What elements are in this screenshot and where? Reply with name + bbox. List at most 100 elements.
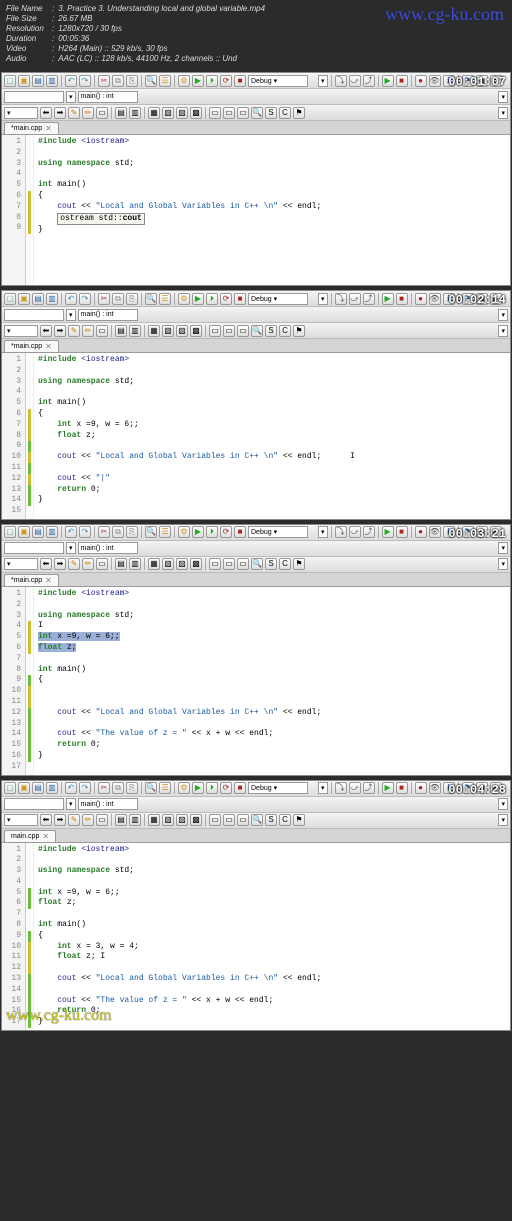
function-combo[interactable]: main() : int [78, 542, 138, 554]
debug-continue-icon[interactable]: ▶ [382, 782, 394, 794]
box2-icon[interactable]: ▭ [223, 814, 235, 826]
step-into-icon[interactable]: ⤵ [335, 75, 347, 87]
box1-icon[interactable]: ▭ [209, 558, 221, 570]
undo-icon[interactable]: ↶ [65, 526, 77, 538]
grid1-icon[interactable]: ▦ [148, 814, 160, 826]
editor-tab[interactable]: main.cpp ✕ [4, 830, 56, 842]
rebuild-icon[interactable]: ⟳ [220, 526, 232, 538]
watch-icon[interactable]: 👁 [429, 75, 441, 87]
scope-combo[interactable] [4, 542, 64, 554]
highlight-icon[interactable]: ✏ [82, 325, 94, 337]
debug-continue-icon[interactable]: ▶ [382, 75, 394, 87]
scope-drop-icon[interactable]: ▾ [66, 91, 76, 103]
editor-tab[interactable]: *main.cpp ✕ [4, 122, 59, 134]
breakpoint-icon[interactable]: ● [415, 293, 427, 305]
box2-icon[interactable]: ▭ [223, 558, 235, 570]
find-icon[interactable]: 🔍 [145, 782, 157, 794]
replace-icon[interactable]: ☰ [159, 293, 171, 305]
save-icon[interactable]: ▤ [32, 782, 44, 794]
save-icon[interactable]: ▤ [32, 293, 44, 305]
back-icon[interactable]: ⬅ [40, 814, 52, 826]
step-out-icon[interactable]: ⤴ [363, 75, 375, 87]
redo-icon[interactable]: ↷ [79, 526, 91, 538]
step-over-icon[interactable]: ⤻ [349, 293, 361, 305]
back-icon[interactable]: ⬅ [40, 325, 52, 337]
c-label[interactable]: C [279, 107, 291, 119]
step-over-icon[interactable]: ⤻ [349, 782, 361, 794]
undo-icon[interactable]: ↶ [65, 75, 77, 87]
right-combo[interactable]: ▾ [498, 558, 508, 570]
perspective-combo[interactable]: ▾ [4, 325, 38, 337]
build-config-combo[interactable]: Debug ▾ [248, 782, 308, 794]
code-content[interactable]: #include <iostream> using namespace std;… [34, 135, 510, 285]
function-combo[interactable]: main() : int [78, 91, 138, 103]
search-icon[interactable]: 🔍 [251, 558, 263, 570]
grid4-icon[interactable]: ▩ [190, 814, 202, 826]
search-icon[interactable]: 🔍 [251, 107, 263, 119]
editor-tab[interactable]: *main.cpp ✕ [4, 574, 59, 586]
run-icon[interactable]: ▶ [192, 526, 204, 538]
search-icon[interactable]: 🔍 [251, 814, 263, 826]
layout1-icon[interactable]: ▤ [115, 325, 127, 337]
cut-icon[interactable]: ✂ [98, 293, 110, 305]
build-config-combo[interactable]: Debug ▾ [248, 293, 308, 305]
forward-icon[interactable]: ➡ [54, 814, 66, 826]
stop-icon[interactable]: ■ [234, 782, 246, 794]
layout2-icon[interactable]: ▥ [129, 107, 141, 119]
grid4-icon[interactable]: ▩ [190, 107, 202, 119]
stop-icon[interactable]: ■ [234, 293, 246, 305]
back-icon[interactable]: ⬅ [40, 558, 52, 570]
code-editor[interactable]: 123456789101112131415 #include <iostream… [2, 353, 510, 519]
build-icon[interactable]: ⚙ [178, 526, 190, 538]
rebuild-icon[interactable]: ⟳ [220, 75, 232, 87]
build-run-icon[interactable]: ⏵ [206, 75, 218, 87]
s-label[interactable]: S [265, 325, 277, 337]
grid3-icon[interactable]: ▨ [176, 558, 188, 570]
brush-icon[interactable]: ✎ [68, 325, 80, 337]
right-combo[interactable]: ▾ [498, 814, 508, 826]
redo-icon[interactable]: ↷ [79, 782, 91, 794]
nav-combo[interactable]: ▾ [498, 542, 508, 554]
grid2-icon[interactable]: ▧ [162, 107, 174, 119]
rebuild-icon[interactable]: ⟳ [220, 293, 232, 305]
mark-icon[interactable]: ⚑ [293, 107, 305, 119]
s-label[interactable]: S [265, 814, 277, 826]
copy-icon[interactable]: ⧉ [112, 75, 124, 87]
grid4-icon[interactable]: ▩ [190, 325, 202, 337]
layout2-icon[interactable]: ▥ [129, 558, 141, 570]
find-icon[interactable]: 🔍 [145, 75, 157, 87]
target-combo[interactable]: ▾ [318, 75, 328, 87]
box2-icon[interactable]: ▭ [223, 325, 235, 337]
watch-icon[interactable]: 👁 [429, 526, 441, 538]
undo-icon[interactable]: ↶ [65, 293, 77, 305]
scope-drop-icon[interactable]: ▾ [66, 542, 76, 554]
open-icon[interactable]: ▣ [18, 526, 30, 538]
redo-icon[interactable]: ↷ [79, 293, 91, 305]
layout1-icon[interactable]: ▤ [115, 558, 127, 570]
grid1-icon[interactable]: ▦ [148, 107, 160, 119]
debug-stop-icon[interactable]: ■ [396, 75, 408, 87]
nav-combo[interactable]: ▾ [498, 798, 508, 810]
run-icon[interactable]: ▶ [192, 782, 204, 794]
debug-stop-icon[interactable]: ■ [396, 782, 408, 794]
open-icon[interactable]: ▣ [18, 782, 30, 794]
step-over-icon[interactable]: ⤻ [349, 526, 361, 538]
find-icon[interactable]: 🔍 [145, 293, 157, 305]
nav-combo[interactable]: ▾ [498, 91, 508, 103]
editor-tab[interactable]: *main.cpp ✕ [4, 340, 59, 352]
build-run-icon[interactable]: ⏵ [206, 782, 218, 794]
open-icon[interactable]: ▣ [18, 75, 30, 87]
undo-icon[interactable]: ↶ [65, 782, 77, 794]
watch-icon[interactable]: 👁 [429, 293, 441, 305]
build-run-icon[interactable]: ⏵ [206, 526, 218, 538]
erase-icon[interactable]: ▭ [96, 814, 108, 826]
step-over-icon[interactable]: ⤻ [349, 75, 361, 87]
watch-icon[interactable]: 👁 [429, 782, 441, 794]
erase-icon[interactable]: ▭ [96, 325, 108, 337]
grid3-icon[interactable]: ▨ [176, 325, 188, 337]
code-content[interactable]: #include <iostream> using namespace std;… [34, 587, 510, 775]
save-icon[interactable]: ▤ [32, 75, 44, 87]
layout1-icon[interactable]: ▤ [115, 814, 127, 826]
breakpoint-icon[interactable]: ● [415, 75, 427, 87]
box1-icon[interactable]: ▭ [209, 814, 221, 826]
